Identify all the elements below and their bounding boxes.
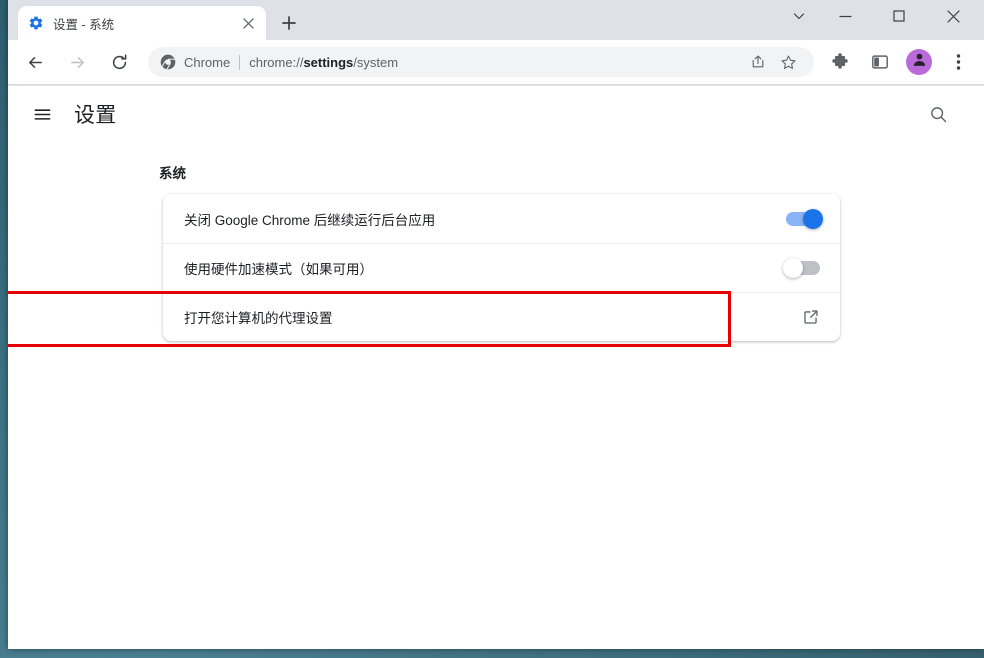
extensions-icon[interactable]: [825, 47, 855, 77]
browser-toolbar: Chrome chrome://settings/system: [8, 40, 984, 85]
tab-search-button[interactable]: [776, 0, 822, 32]
window-close-button[interactable]: [930, 0, 976, 32]
toggle-knob: [803, 208, 823, 229]
toggle-background-apps[interactable]: [786, 208, 823, 229]
address-bar[interactable]: Chrome chrome://settings/system: [148, 47, 814, 77]
new-tab-button[interactable]: [276, 10, 302, 36]
tab-strip: 设置 - 系统: [8, 0, 984, 40]
url-bold-part: settings: [303, 54, 354, 70]
section-title-system: 系统: [159, 166, 186, 181]
share-icon[interactable]: [744, 48, 772, 76]
star-icon[interactable]: [774, 48, 802, 76]
setting-row-hardware-acceleration[interactable]: 使用硬件加速模式（如果可用）: [163, 243, 840, 292]
setting-label-background-apps: 关闭 Google Chrome 后继续运行后台应用: [184, 212, 436, 228]
three-dot-menu-icon[interactable]: [943, 47, 973, 77]
avatar[interactable]: [906, 49, 932, 75]
setting-row-background-apps[interactable]: 关闭 Google Chrome 后继续运行后台应用: [163, 194, 840, 243]
omnibox-divider: [239, 54, 241, 70]
url-prefix: chrome://: [249, 54, 304, 70]
reload-button[interactable]: [102, 45, 136, 79]
toggle-hardware-acceleration[interactable]: [783, 258, 820, 278]
omnibox-url-text: chrome://settings/system: [249, 55, 742, 70]
hamburger-menu-icon[interactable]: [22, 94, 62, 134]
back-button[interactable]: [18, 45, 52, 79]
maximize-button[interactable]: [876, 0, 922, 32]
tab-title: 设置 - 系统: [53, 17, 115, 32]
search-icon[interactable]: [918, 94, 958, 134]
person-avatar-icon: [911, 51, 928, 73]
settings-page: 设置 系统 关闭 Google Chrome 后继续运行后台应用 使用硬件加速模…: [8, 86, 984, 649]
toggle-knob: [783, 258, 803, 278]
close-icon[interactable]: [240, 15, 256, 31]
forward-button[interactable]: [60, 45, 94, 79]
settings-main: 系统 关闭 Google Chrome 后继续运行后台应用 使用硬件加速模式（如…: [8, 142, 984, 649]
omnibox-scheme-label: Chrome: [184, 54, 231, 70]
browser-window: 设置 - 系统 Chrome chrome://settings/system …: [8, 0, 984, 649]
chrome-icon: [160, 54, 176, 70]
gear-icon: [28, 15, 44, 31]
settings-header: 设置: [8, 86, 984, 142]
system-settings-card: 关闭 Google Chrome 后继续运行后台应用 使用硬件加速模式（如果可用…: [163, 194, 840, 341]
page-title: 设置: [74, 104, 117, 127]
setting-row-proxy-settings[interactable]: 打开您计算机的代理设置: [163, 292, 840, 341]
side-panel-icon[interactable]: [865, 47, 895, 77]
browser-tab-settings[interactable]: 设置 - 系统: [18, 6, 266, 40]
minimize-button[interactable]: [822, 0, 868, 32]
url-suffix: /system: [353, 54, 399, 70]
setting-label-hardware-acceleration: 使用硬件加速模式（如果可用）: [184, 262, 373, 277]
setting-label-proxy-settings: 打开您计算机的代理设置: [184, 311, 333, 326]
external-link-icon[interactable]: [802, 308, 820, 326]
